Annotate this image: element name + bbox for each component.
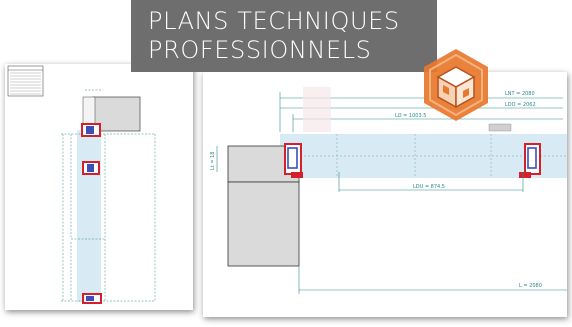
title-banner: PLANS TECHNIQUES PROFESSIONNELS — [131, 0, 437, 72]
dim-label-l: L = 2080 — [519, 283, 542, 289]
dim-label-lnt: LNT = 2080 — [505, 91, 535, 97]
dim-label-ldo: LDO = 2062 — [505, 102, 536, 108]
wall-lower — [227, 181, 300, 267]
legend-table — [7, 65, 44, 97]
left-plan-sheet — [5, 64, 193, 310]
right-plan-drawing: LNT = 2080 LDO = 2062 LO = 1003.5 Lt = 1… — [210, 87, 567, 294]
frame-profile-left — [284, 143, 303, 178]
dim-label-ldu: LDU = 874.5 — [413, 184, 445, 190]
right-plan-sheet: LNT = 2080 LDO = 2062 LO = 1003.5 Lt = 1… — [203, 72, 567, 317]
left-plan-drawing — [7, 65, 156, 304]
orange-hexagon-box-icon — [418, 47, 494, 123]
dim-label-vertical: Lt = 18 — [210, 152, 216, 170]
banner-title-line-2: PROFESSIONNELS — [148, 36, 372, 64]
banner-title-line-1: PLANS TECHNIQUES — [148, 7, 400, 35]
glass-pane — [77, 130, 101, 302]
glass-band — [280, 134, 567, 178]
